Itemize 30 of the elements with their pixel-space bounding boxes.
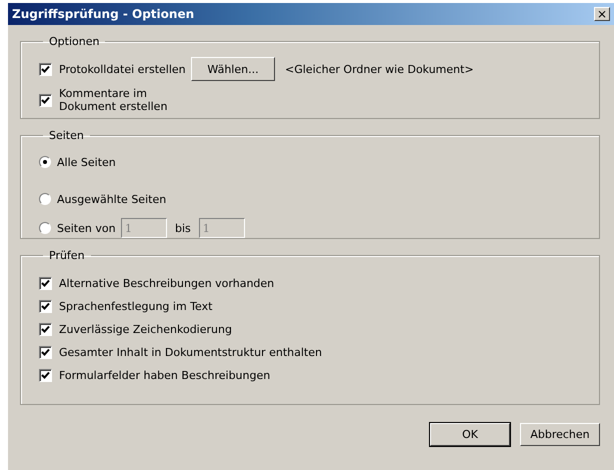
checkbox[interactable] xyxy=(39,323,52,336)
radio-label: Ausgewählte Seiten xyxy=(57,192,166,206)
choose-button[interactable]: Wählen... xyxy=(191,57,275,81)
checkbox[interactable] xyxy=(39,346,52,359)
checkbox-label: Zuverlässige Zeichenkodierung xyxy=(59,323,232,336)
radio-button[interactable] xyxy=(39,193,51,205)
group-label: Optionen xyxy=(48,35,100,48)
radio-button[interactable] xyxy=(39,156,51,168)
close-button[interactable]: × xyxy=(594,7,610,21)
to-label: bis xyxy=(175,222,191,234)
checkbox[interactable] xyxy=(39,277,52,290)
checkbox-label: Protokolldatei erstellen xyxy=(59,62,187,76)
checkbox-label: Formularfelder haben Beschreibungen xyxy=(59,369,270,382)
checkbox[interactable] xyxy=(39,94,52,106)
group-label: Seiten xyxy=(48,129,85,142)
checkbox[interactable] xyxy=(39,369,52,382)
window-title: Zugriffsprüfung - Optionen xyxy=(12,7,194,21)
folder-path: <Gleicher Ordner wie Dokument> xyxy=(285,62,474,76)
checkbox-label: Kommentare im Dokument erstellen xyxy=(59,87,168,113)
checkbox-label: Sprachenfestlegung im Text xyxy=(59,300,212,313)
cancel-button[interactable]: Abbrechen xyxy=(520,423,600,446)
group-label: Prüfen xyxy=(48,249,86,262)
radio-button[interactable] xyxy=(39,222,51,234)
checkbox-label: Gesamter Inhalt in Dokumentstruktur enthalten xyxy=(59,346,322,359)
radio-label: Seiten von xyxy=(57,222,117,234)
checkbox-label: Alternative Beschreibungen vorhanden xyxy=(59,277,274,290)
ok-button[interactable]: OK xyxy=(430,423,510,446)
checkbox[interactable] xyxy=(39,62,52,76)
radio-label: Alle Seiten xyxy=(57,156,116,168)
checkbox[interactable] xyxy=(39,300,52,313)
